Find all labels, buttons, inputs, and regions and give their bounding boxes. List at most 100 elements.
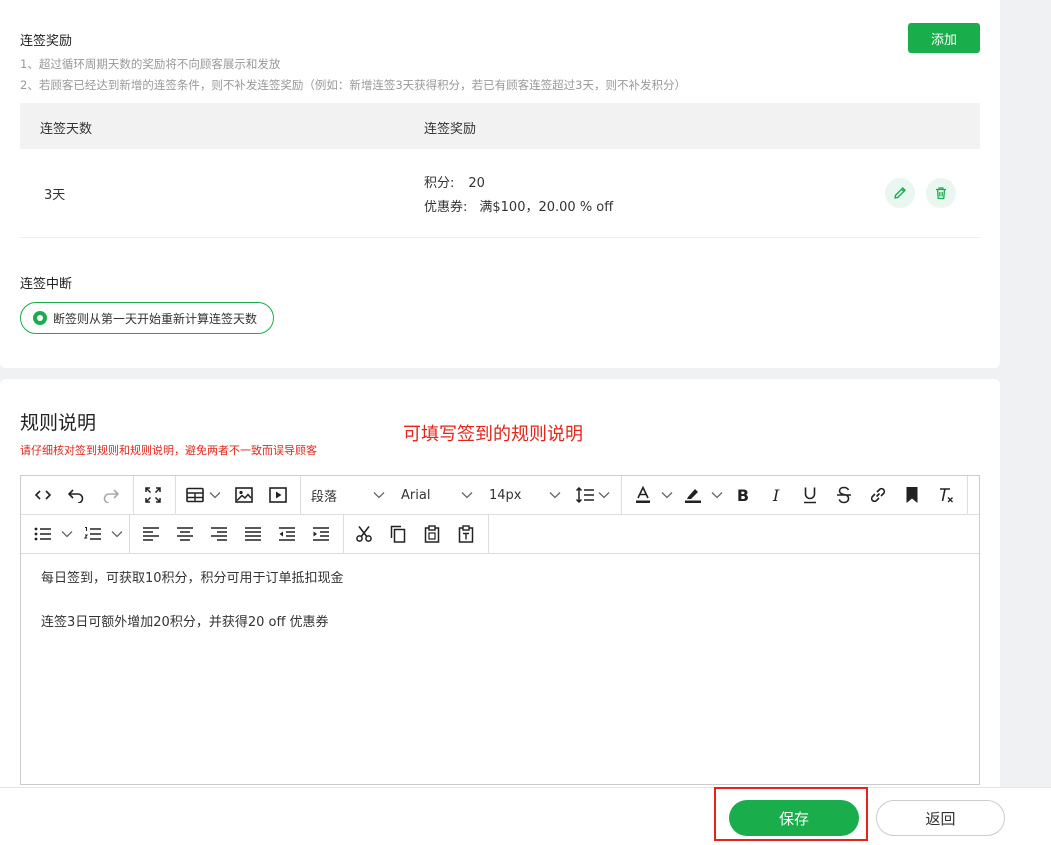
outdent-icon <box>279 527 295 541</box>
points-value: 20 <box>468 176 485 191</box>
numbered-list-dropdown-chevron[interactable] <box>111 515 123 553</box>
indent-button[interactable] <box>309 515 333 553</box>
chevron-down-icon <box>111 531 123 538</box>
row-days: 3天 <box>44 188 66 203</box>
content-paragraph-1: 每日签到，可获取10积分，积分可用于订单抵扣现金 <box>41 571 344 586</box>
numbered-list-button[interactable] <box>81 515 105 553</box>
cut-button[interactable] <box>352 515 376 553</box>
table-button[interactable] <box>183 476 207 514</box>
pencil-icon <box>894 187 906 199</box>
row-points: 积分: 20 <box>424 172 485 191</box>
line-height-dropdown-chevron[interactable] <box>598 476 610 514</box>
points-label: 积分: <box>424 176 455 191</box>
paste-button[interactable] <box>420 515 444 553</box>
annotation-text: 可填写签到的规则说明 <box>403 424 583 445</box>
table-row: 3天 积分: 20 优惠券: 满$100，20.00 % off <box>20 149 980 238</box>
header-days: 连签天数 <box>40 122 93 137</box>
italic-button[interactable]: I <box>764 476 788 514</box>
undo-button[interactable] <box>64 476 88 514</box>
streak-reward-title: 连签奖励 <box>20 34 73 49</box>
chevron-down-icon <box>549 492 561 499</box>
copy-button[interactable] <box>386 515 410 553</box>
align-center-icon <box>177 527 193 541</box>
video-button[interactable] <box>266 476 290 514</box>
code-view-button[interactable] <box>31 476 55 514</box>
align-left-icon <box>143 527 159 541</box>
table-icon <box>186 487 204 503</box>
chevron-down-icon <box>461 492 473 499</box>
bullet-list-button[interactable] <box>31 515 55 553</box>
save-button[interactable]: 保存 <box>729 800 859 836</box>
rules-warning: 请仔细核对签到规则和规则说明，避免两者不一致而误导顾客 <box>20 444 317 457</box>
highlight-dropdown-chevron[interactable] <box>711 476 723 514</box>
streak-note-1: 1、超过循环周期天数的奖励将不向顾客展示和发放 <box>20 57 281 71</box>
editor-content[interactable]: 每日签到，可获取10积分，积分可用于订单抵扣现金 连签3日可额外增加20积分，并… <box>41 568 344 656</box>
indent-icon <box>313 527 329 541</box>
paste-text-button[interactable] <box>454 515 478 553</box>
highlight-color-button[interactable] <box>681 476 705 514</box>
chevron-down-icon <box>61 531 73 538</box>
streak-break-option[interactable]: 断签则从第一天开始重新计算连签天数 <box>20 302 275 334</box>
bold-button[interactable]: B <box>731 476 755 514</box>
header-reward: 连签奖励 <box>424 122 477 137</box>
coupon-label: 优惠券: <box>424 200 468 215</box>
bookmark-icon <box>906 487 918 503</box>
table-header: 连签天数 连签奖励 <box>20 103 980 149</box>
image-button[interactable] <box>232 476 256 514</box>
chevron-down-icon <box>661 492 673 499</box>
align-right-button[interactable] <box>207 515 231 553</box>
line-height-icon <box>575 487 594 503</box>
bullet-list-dropdown-chevron[interactable] <box>61 515 73 553</box>
font-size-dropdown-chevron[interactable] <box>549 476 561 514</box>
add-button[interactable]: 添加 <box>908 23 980 53</box>
delete-button[interactable] <box>926 178 956 208</box>
row-coupon: 优惠券: 满$100，20.00 % off <box>424 196 613 215</box>
edit-button[interactable] <box>885 178 915 208</box>
trash-icon <box>936 187 946 200</box>
paste-icon <box>424 525 440 543</box>
redo-icon <box>103 489 120 503</box>
link-icon <box>870 487 886 503</box>
fullscreen-button[interactable] <box>141 476 165 514</box>
highlighter-icon <box>685 489 701 503</box>
rich-text-editor: 段落 Arial 14px B I 每日签到，可获取10积分，积分可用于订单抵扣… <box>20 475 980 785</box>
bullet-list-icon <box>34 527 51 541</box>
streak-break-option-label: 断签则从第一天开始重新计算连签天数 <box>53 311 258 326</box>
coupon-value: 满$100，20.00 % off <box>479 200 614 215</box>
align-justify-button[interactable] <box>241 515 265 553</box>
align-center-button[interactable] <box>173 515 197 553</box>
bookmark-button[interactable] <box>900 476 924 514</box>
content-paragraph-2: 连签3日可额外增加20积分，并获得20 off 优惠券 <box>41 615 329 630</box>
align-left-button[interactable] <box>139 515 163 553</box>
video-icon <box>269 487 287 503</box>
code-icon <box>34 490 52 500</box>
font-color-button[interactable] <box>631 476 655 514</box>
editor-toolbar-row-2 <box>21 515 979 554</box>
back-button[interactable]: 返回 <box>876 800 1005 836</box>
font-size-select-value: 14px <box>489 487 522 503</box>
clear-format-button[interactable] <box>934 476 958 514</box>
editor-toolbar-row-1: 段落 Arial 14px B I <box>21 476 979 515</box>
font-dropdown-chevron[interactable] <box>461 476 473 514</box>
scissors-icon <box>356 526 372 542</box>
copy-icon <box>390 525 406 543</box>
table-dropdown-chevron[interactable] <box>209 476 221 514</box>
underline-icon <box>804 487 816 504</box>
radio-selected-icon <box>33 311 47 325</box>
underline-button[interactable] <box>798 476 822 514</box>
paste-text-icon <box>458 525 474 543</box>
font-color-dropdown-chevron[interactable] <box>661 476 673 514</box>
align-justify-icon <box>245 527 261 541</box>
paragraph-dropdown-chevron[interactable] <box>373 476 385 514</box>
strikethrough-button[interactable] <box>832 476 856 514</box>
line-height-button[interactable] <box>573 476 597 514</box>
redo-button[interactable] <box>99 476 123 514</box>
rules-title: 规则说明 <box>20 412 97 434</box>
numbered-list-icon <box>84 526 101 540</box>
outdent-button[interactable] <box>275 515 299 553</box>
link-button[interactable] <box>866 476 890 514</box>
chevron-down-icon <box>373 492 385 499</box>
streak-break-title: 连签中断 <box>20 277 73 292</box>
chevron-down-icon <box>209 492 221 499</box>
font-select-value: Arial <box>401 487 431 503</box>
